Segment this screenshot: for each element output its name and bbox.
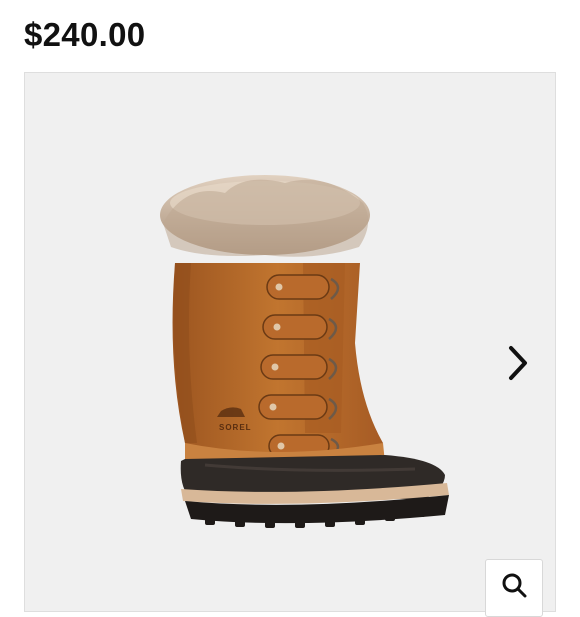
brand-logo-text: SOREL <box>219 423 252 432</box>
product-image-gallery[interactable]: SOREL <box>24 72 556 617</box>
zoom-button[interactable] <box>485 559 543 617</box>
product-price: $240.00 <box>24 16 146 53</box>
chevron-right-icon <box>509 346 527 380</box>
boot-image: SOREL <box>160 175 449 528</box>
next-image-button[interactable] <box>503 341 533 385</box>
magnifier-icon <box>502 573 527 598</box>
